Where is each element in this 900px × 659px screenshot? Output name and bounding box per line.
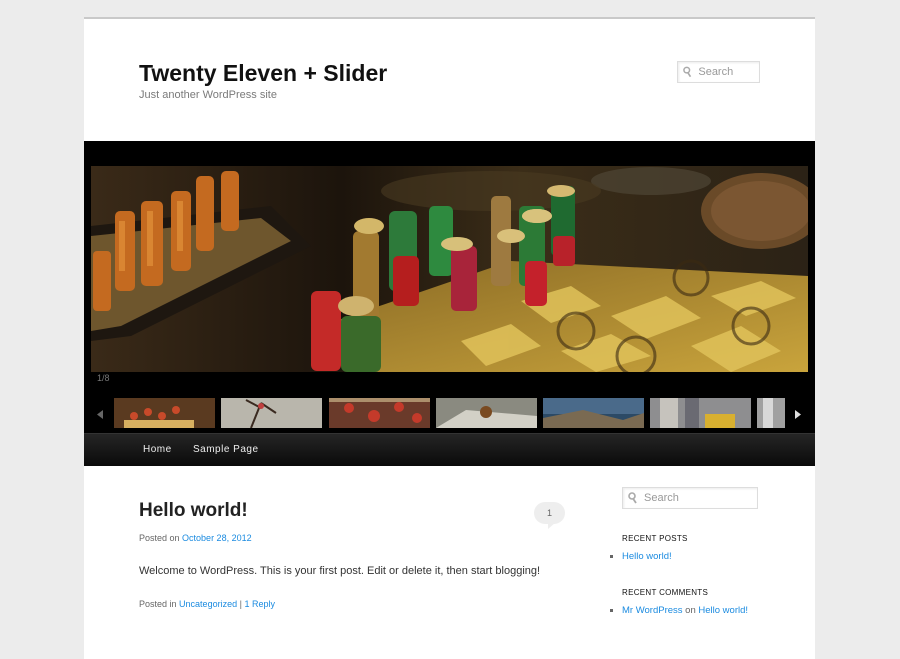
slide-thumbnail[interactable] bbox=[114, 398, 215, 428]
recent-posts-list: Hello world! bbox=[608, 548, 672, 565]
main-navigation: Home Sample Page bbox=[84, 433, 815, 466]
slide-image[interactable] bbox=[91, 166, 808, 372]
slide-thumbnail[interactable] bbox=[757, 398, 785, 428]
slider-prev-button[interactable] bbox=[93, 399, 107, 429]
site-title[interactable]: Twenty Eleven + Slider bbox=[139, 60, 387, 87]
site-description: Just another WordPress site bbox=[139, 89, 277, 101]
post-content: Welcome to WordPress. This is your first… bbox=[139, 565, 541, 577]
search-input[interactable] bbox=[698, 66, 759, 78]
post-title[interactable]: Hello world! bbox=[139, 500, 248, 522]
comment-post-link[interactable]: Hello world! bbox=[698, 605, 748, 616]
page-container: Twenty Eleven + Slider Just another Word… bbox=[84, 17, 815, 659]
posted-in-label: Posted in bbox=[139, 599, 177, 609]
image-slider: 1/8 bbox=[84, 141, 815, 433]
nav-item-home[interactable]: Home bbox=[143, 434, 172, 466]
posted-on-label: Posted on bbox=[139, 533, 180, 543]
reply-link[interactable]: 1 Reply bbox=[244, 599, 275, 609]
slide-thumbnail[interactable] bbox=[650, 398, 751, 428]
chevron-right-icon bbox=[795, 409, 801, 419]
search-icon bbox=[683, 66, 692, 78]
recent-comments-title: RECENT COMMENTS bbox=[622, 588, 709, 597]
post-date-meta: Posted on October 28, 2012 bbox=[139, 533, 252, 543]
category-link[interactable]: Uncategorized bbox=[179, 599, 237, 609]
nav-item-sample-page[interactable]: Sample Page bbox=[193, 434, 259, 466]
recent-posts-title: RECENT POSTS bbox=[622, 534, 688, 543]
slide-thumbnail[interactable] bbox=[221, 398, 322, 428]
slide-thumbnail[interactable] bbox=[329, 398, 430, 428]
recent-comments-list: Mr WordPress on Hello world! bbox=[608, 602, 752, 619]
comment-author-link[interactable]: Mr WordPress bbox=[622, 605, 683, 616]
slide-thumbnail[interactable] bbox=[436, 398, 537, 428]
post-date-link[interactable]: October 28, 2012 bbox=[182, 533, 252, 543]
list-item: Mr WordPress on Hello world! bbox=[622, 602, 752, 619]
list-item: Hello world! bbox=[622, 548, 672, 565]
sidebar-search-input[interactable] bbox=[644, 492, 752, 504]
chevron-left-icon bbox=[97, 409, 103, 419]
recent-post-link[interactable]: Hello world! bbox=[622, 551, 672, 562]
search-icon bbox=[628, 492, 637, 504]
comment-count-bubble[interactable]: 1 bbox=[534, 502, 565, 529]
post-footer-meta: Posted in Uncategorized | 1 Reply bbox=[139, 599, 275, 609]
slider-next-button[interactable] bbox=[791, 399, 805, 429]
sidebar-search-box[interactable] bbox=[622, 487, 758, 509]
slide-thumbnail[interactable] bbox=[543, 398, 644, 428]
comment-on-text: on bbox=[685, 605, 696, 616]
meta-separator: | bbox=[239, 599, 242, 609]
header-search-box[interactable] bbox=[677, 61, 760, 83]
slide-counter: 1/8 bbox=[97, 373, 110, 383]
